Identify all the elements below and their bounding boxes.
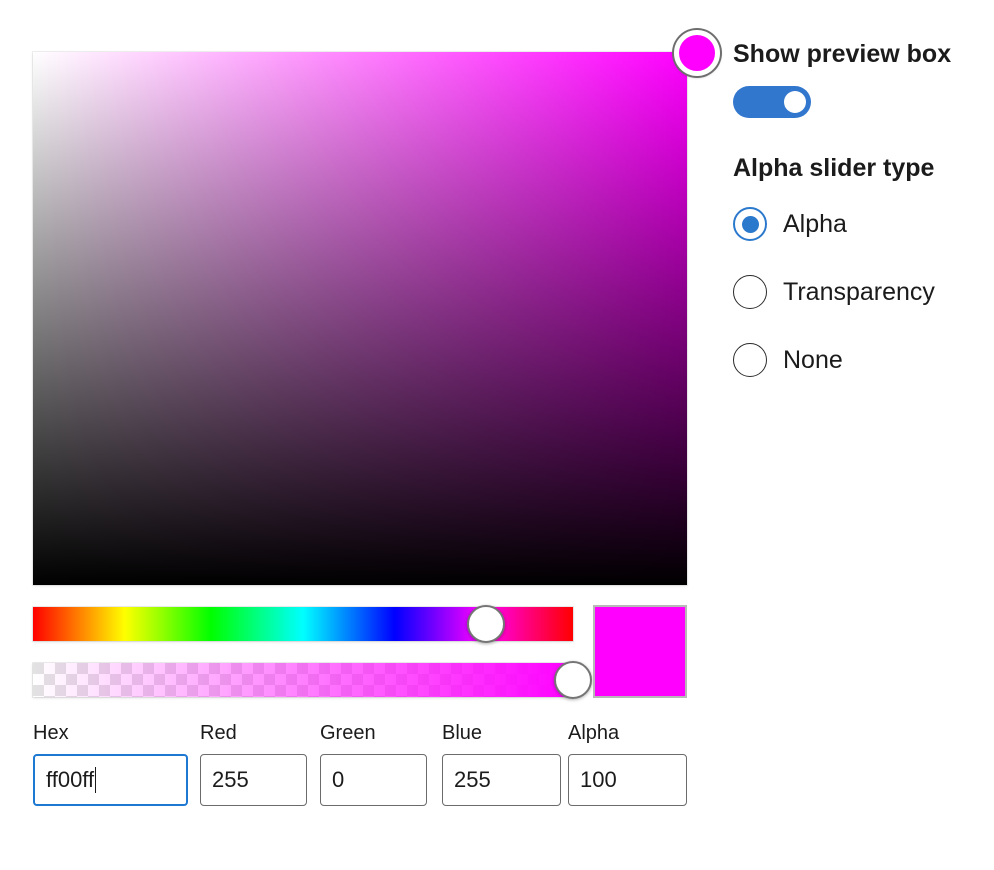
radio-option-alpha[interactable]: Alpha (733, 207, 983, 241)
radio-button-icon[interactable] (733, 207, 767, 241)
green-input-value: 0 (332, 767, 345, 792)
radio-option-label: Alpha (783, 209, 847, 238)
field-label-green: Green (320, 722, 376, 744)
field-group-alpha: Alpha 100 (568, 721, 687, 806)
green-input[interactable]: 0 (320, 754, 427, 806)
field-group-blue: Blue 255 (442, 721, 561, 806)
field-label-red: Red (200, 722, 237, 744)
radio-option-none[interactable]: None (733, 343, 983, 377)
field-group-green: Green 0 (320, 721, 427, 806)
field-group-hex: Hex ff00ff (33, 721, 188, 806)
field-label-alpha: Alpha (568, 722, 620, 744)
toggle-knob (784, 91, 806, 113)
alpha-slider-thumb[interactable] (554, 661, 592, 699)
hue-slider-thumb[interactable] (467, 605, 505, 643)
show-preview-box-heading: Show preview box (733, 40, 952, 68)
saturation-value-spectrum[interactable] (33, 52, 687, 585)
alpha-input[interactable]: 100 (568, 754, 687, 806)
color-preview-box (593, 605, 687, 698)
hex-input-value: ff00ff (46, 767, 95, 792)
alpha-slider-type-heading: Alpha slider type (733, 154, 935, 182)
red-input-value: 255 (212, 767, 249, 792)
show-preview-box-toggle[interactable] (733, 86, 811, 118)
alpha-slider-track[interactable] (33, 663, 573, 697)
blue-input-value: 255 (454, 767, 491, 792)
radio-option-label: None (783, 345, 843, 374)
settings-panel: Show preview box Alpha slider type Alpha… (733, 40, 983, 411)
field-group-red: Red 255 (200, 721, 307, 806)
alpha-slider-type-radio-group: Alpha Transparency None (733, 207, 983, 377)
red-input[interactable]: 255 (200, 754, 307, 806)
field-label-hex: Hex (33, 722, 69, 744)
radio-option-label: Transparency (783, 277, 935, 306)
radio-option-transparency[interactable]: Transparency (733, 275, 983, 309)
spectrum-thumb[interactable] (674, 30, 720, 76)
field-label-blue: Blue (442, 722, 483, 744)
alpha-input-value: 100 (580, 767, 617, 792)
color-spectrum-area[interactable] (33, 30, 720, 585)
radio-button-icon[interactable] (733, 343, 767, 377)
hex-input[interactable]: ff00ff (33, 754, 188, 806)
radio-button-icon[interactable] (733, 275, 767, 309)
blue-input[interactable]: 255 (442, 754, 561, 806)
text-caret (95, 767, 97, 793)
